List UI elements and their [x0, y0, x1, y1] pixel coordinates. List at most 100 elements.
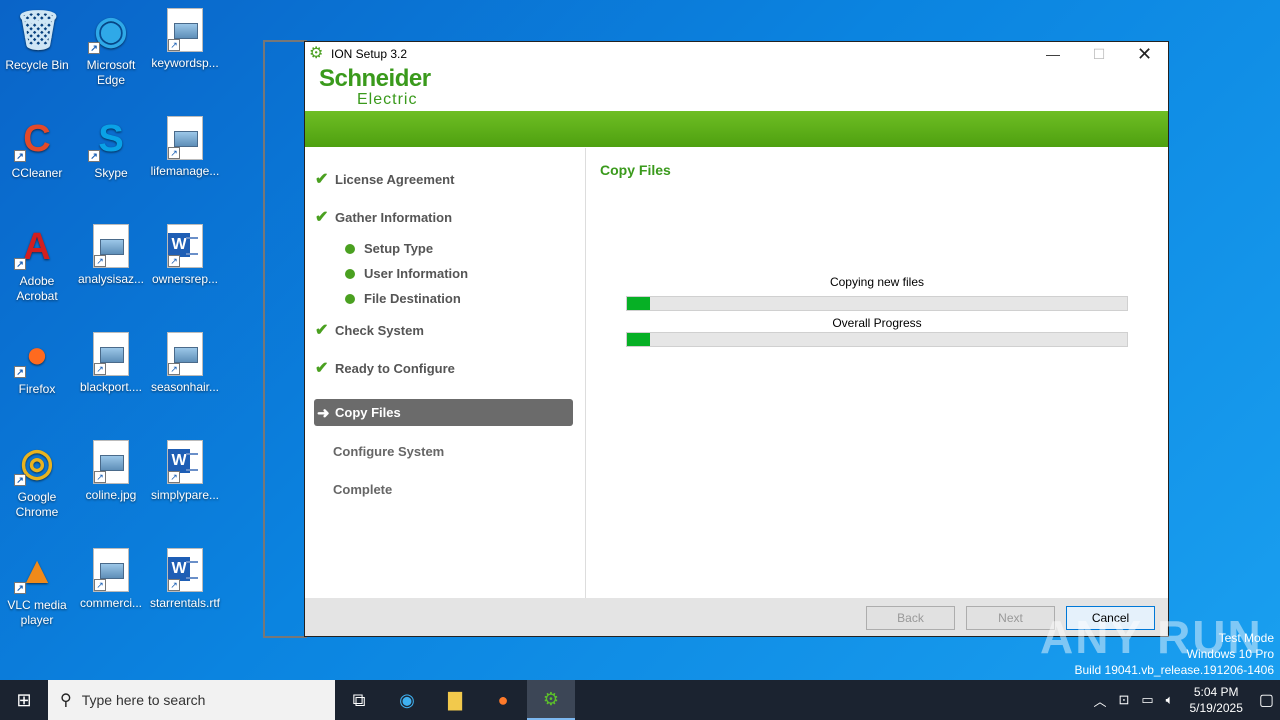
- desktop-icon-label: starrentals.rtf: [149, 596, 221, 610]
- word-doc-icon: W ↗: [167, 548, 203, 592]
- desktop-icon-label: Firefox: [18, 382, 56, 396]
- button-footer: Back Next Cancel: [305, 598, 1168, 636]
- desktop-icon-lifemanage[interactable]: ↗ lifemanage...: [148, 116, 222, 179]
- task-view-icon[interactable]: ⧉: [335, 680, 383, 720]
- bullet-icon: [345, 268, 355, 279]
- desktop-icon-label: simplypare...: [150, 488, 220, 502]
- shortcut-arrow-icon: ↗: [168, 363, 180, 375]
- check-icon: ✔: [315, 209, 329, 226]
- step-check-system: ✔ Check System: [305, 311, 585, 349]
- step-label: Configure System: [333, 443, 445, 459]
- file-explorer-icon[interactable]: ▇: [431, 680, 479, 720]
- network-icon[interactable]: ⊡: [1118, 692, 1129, 708]
- check-icon: ✔: [315, 322, 329, 339]
- close-button[interactable]: ✕: [1137, 44, 1152, 65]
- search-box[interactable]: ⚲ Type here to search: [48, 680, 335, 720]
- green-header-bar: [305, 111, 1168, 147]
- ethernet-icon[interactable]: ▭: [1141, 692, 1153, 708]
- chrome-icon: ◎ ↗: [14, 440, 60, 486]
- shortcut-arrow-icon: ↗: [14, 258, 26, 270]
- shortcut-arrow-icon: ↗: [168, 255, 180, 267]
- substep-label: File Destination: [364, 291, 461, 306]
- desktop-icon-blackport[interactable]: ↗ blackport....: [74, 332, 148, 395]
- clock-date: 5/19/2025: [1189, 701, 1243, 715]
- desktop-icon-simplypare[interactable]: W ↗ simplypare...: [148, 440, 222, 503]
- clock-time: 5:04 PM: [1193, 685, 1239, 699]
- firefox-icon: ● ↗: [14, 332, 60, 378]
- logo-text-electric: Electric: [357, 91, 418, 108]
- minimize-button[interactable]: —: [1030, 46, 1076, 63]
- logo-text-schneider: Schneider: [319, 65, 431, 92]
- desktop-icon-coline-jpg[interactable]: ↗ coline.jpg: [74, 440, 148, 503]
- desktop-icon-label: Google Chrome: [15, 490, 59, 519]
- image-file-icon: ↗: [167, 8, 203, 52]
- volume-icon[interactable]: 🔈︎: [1166, 692, 1174, 708]
- ion-setup-taskbar-icon[interactable]: ⚙: [527, 680, 575, 720]
- shortcut-arrow-icon: ↗: [88, 42, 100, 54]
- bullet-icon: [345, 293, 355, 304]
- substep-file-dest: File Destination: [305, 286, 585, 311]
- substep-setup-type: Setup Type: [305, 236, 585, 261]
- step-configure: Configure System: [305, 432, 585, 470]
- shortcut-arrow-icon: ↗: [94, 255, 106, 267]
- step-ready: ✔ Ready to Configure: [305, 349, 585, 387]
- shortcut-arrow-icon: ↗: [88, 150, 100, 162]
- clock[interactable]: 5:04 PM 5/19/2025: [1189, 684, 1242, 716]
- substep-user-info: User Information: [305, 261, 585, 286]
- desktop-icon-label: analysisaz...: [77, 272, 145, 286]
- desktop-icon-recycle-bin[interactable]: 🗑︎ Recycle Bin: [0, 8, 74, 73]
- firefox-taskbar-icon[interactable]: ●: [479, 680, 527, 720]
- search-icon: ⚲: [60, 692, 72, 709]
- desktop-icon-google-chrome[interactable]: ◎ ↗ Google Chrome: [0, 440, 74, 520]
- shortcut-arrow-icon: ↗: [14, 150, 26, 162]
- shortcut-arrow-icon: ↗: [94, 471, 106, 483]
- desktop-icon-vlc-media-player[interactable]: ▲ ↗ VLC media player: [0, 548, 74, 628]
- desktop-icon-label: Adobe Acrobat: [16, 274, 58, 303]
- shortcut-arrow-icon: ↗: [14, 582, 26, 594]
- page-title: Copy Files: [600, 162, 671, 178]
- desktop-icon-seasonhair[interactable]: ↗ seasonhair...: [148, 332, 222, 395]
- desktop-icon-adobe-acrobat[interactable]: A ↗ Adobe Acrobat: [0, 224, 74, 304]
- recycle-bin-icon: 🗑︎: [14, 10, 63, 52]
- maximize-button[interactable]: ☐: [1076, 46, 1122, 63]
- check-icon: ✔: [315, 360, 329, 377]
- windows-start-icon[interactable]: ⊞: [0, 680, 48, 720]
- watermark-line: Test Mode: [1218, 631, 1274, 645]
- steps-panel: ✔ License Agreement ✔ Gather Information S…: [305, 148, 586, 598]
- image-file-icon: ↗: [167, 332, 203, 376]
- check-icon: ✔: [315, 171, 329, 188]
- desktop-icon-skype[interactable]: S ↗ Skype: [74, 116, 148, 181]
- desktop-icon-label: blackport....: [79, 380, 143, 394]
- desktop-icon-label: VLC media player: [7, 598, 67, 627]
- desktop-icon-keywordsp[interactable]: ↗ keywordsp...: [148, 8, 222, 71]
- desktop-icon-starrentals-rtf[interactable]: W ↗ starrentals.rtf: [148, 548, 222, 611]
- step-complete: Complete: [305, 470, 585, 508]
- title-bar[interactable]: ⚙ ION Setup 3.2 — ☐: [305, 42, 1168, 66]
- arrow-right-icon: ➜: [317, 404, 330, 422]
- desktop-icon-label: Microsoft Edge: [86, 58, 136, 87]
- step-label: Ready to Configure: [335, 360, 455, 376]
- shortcut-arrow-icon: ↗: [168, 147, 180, 159]
- image-file-icon: ↗: [93, 440, 129, 484]
- shortcut-arrow-icon: ↗: [14, 474, 26, 486]
- chevron-up-icon[interactable]: ︿: [1093, 691, 1106, 710]
- step-label: License Agreement: [335, 171, 455, 187]
- word-doc-icon: W ↗: [167, 440, 203, 484]
- ccleaner-icon: C ↗: [14, 116, 60, 162]
- desktop-icon-ownersrep[interactable]: W ↗ ownersrep...: [148, 224, 222, 287]
- edge-taskbar-icon[interactable]: ◉: [383, 680, 431, 720]
- watermark-line: Build 19041.vb_release.191206-1406: [1074, 663, 1275, 677]
- desktop-icon-commerci[interactable]: ↗ commerci...: [74, 548, 148, 611]
- desktop-icon-ccleaner[interactable]: C ↗ CCleaner: [0, 116, 74, 181]
- desktop-icon-firefox[interactable]: ● ↗ Firefox: [0, 332, 74, 397]
- step-license: ✔ License Agreement: [305, 160, 585, 198]
- desktop-icon-microsoft-edge[interactable]: ◉ ↗ Microsoft Edge: [74, 8, 148, 88]
- watermark-line: Windows 10 Pro: [1186, 647, 1274, 661]
- notification-icon[interactable]: ▢: [1259, 690, 1274, 710]
- search-placeholder: Type here to search: [81, 692, 206, 708]
- back-button[interactable]: Back: [866, 606, 955, 630]
- shortcut-arrow-icon: ↗: [168, 471, 180, 483]
- desktop-icon-label: Recycle Bin: [5, 58, 69, 72]
- gear-icon: ⚙: [309, 45, 324, 62]
- desktop-icon-analysisaz[interactable]: ↗ analysisaz...: [74, 224, 148, 287]
